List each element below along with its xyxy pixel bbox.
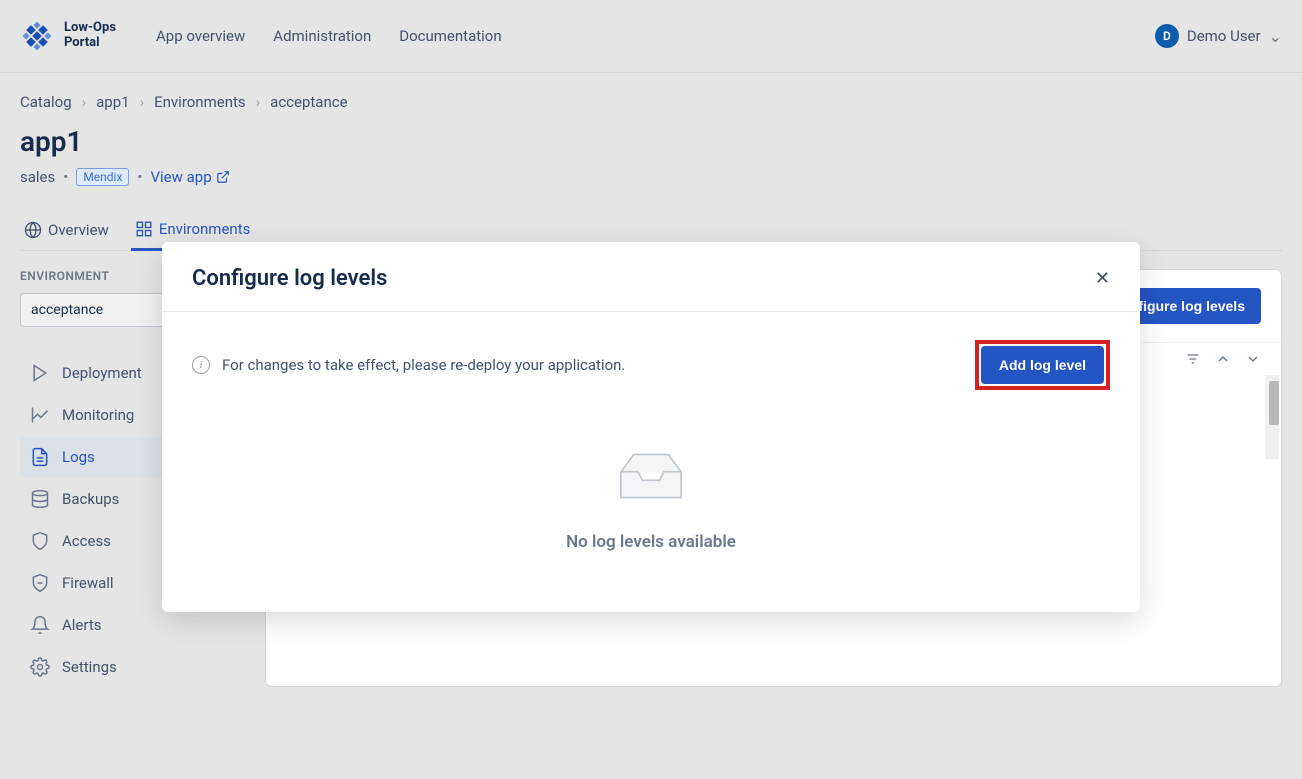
info-icon: i [192,356,210,374]
close-icon[interactable]: ✕ [1095,268,1110,289]
modal-info-text: For changes to take effect, please re-de… [222,356,625,374]
configure-log-levels-modal: Configure log levels ✕ i For changes to … [162,242,1140,612]
empty-state-text: No log levels available [566,532,736,552]
empty-tray-icon [608,440,694,512]
highlight-box: Add log level [975,340,1110,390]
modal-overlay: Configure log levels ✕ i For changes to … [0,0,1302,779]
add-log-level-button[interactable]: Add log level [981,346,1104,384]
modal-title: Configure log levels [192,266,387,291]
empty-state: No log levels available [192,430,1110,582]
